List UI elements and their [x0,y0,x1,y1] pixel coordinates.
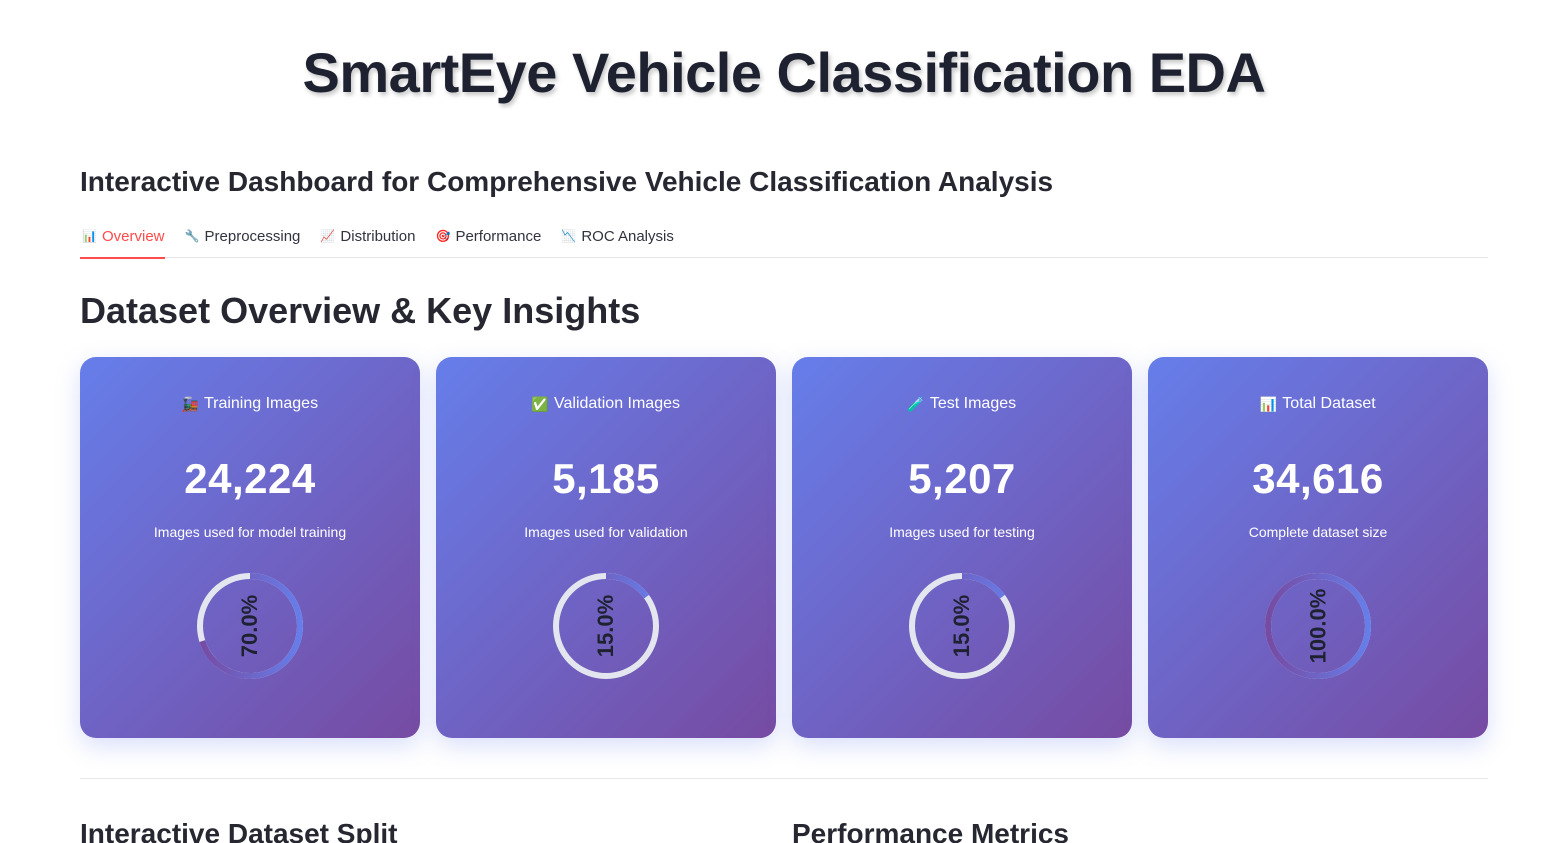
wrench-icon: 🔧 [184,229,200,243]
progress-percent: 70.0% [236,594,262,658]
train-icon: 🚂 [181,395,199,412]
tab-distribution[interactable]: 📈 Distribution [318,222,415,258]
card-validation-images: ✅ Validation Images 5,185 Images used fo… [436,357,776,738]
progress-percent: 15.0% [592,594,618,658]
card-description: Images used for model training [153,524,347,540]
card-test-images: 🧪 Test Images 5,207 Images used for test… [792,357,1132,738]
page-title: SmartEye Vehicle Classification EDA [302,41,1266,104]
dataset-split-title: Interactive Dataset Split [80,818,398,843]
target-icon: 🎯 [435,229,451,243]
divider [80,778,1488,779]
section-title: Dataset Overview & Key Insights [80,290,641,331]
page-subtitle: Interactive Dashboard for Comprehensive … [80,166,1054,197]
tab-performance[interactable]: 🎯 Performance [433,222,541,258]
tab-bar: 📊 Overview 🔧 Preprocessing 📈 Distributio… [80,222,1488,259]
card-description: Images used for testing [889,524,1035,540]
card-value: 5,207 [908,455,1016,502]
card-value: 34,616 [1252,455,1384,502]
tab-label: Performance [455,228,542,245]
card-label: Validation Images [554,395,680,412]
card-total-dataset: 📊 Total Dataset 34,616 Complete dataset … [1148,357,1488,738]
tab-label: Distribution [340,228,416,245]
performance-metrics-title: Performance Metrics [792,818,1070,843]
progress-percent: 100.0% [1305,588,1330,664]
progress-percent: 15.0% [948,594,974,658]
card-value: 5,185 [552,455,660,502]
card-label: Training Images [203,395,319,412]
tab-preprocessing[interactable]: 🔧 Preprocessing [183,222,301,258]
metric-cards: 🚂 Training Images 24,224 Images used for… [80,357,1488,738]
card-description: Images used for validation [524,524,688,540]
tab-label: Preprocessing [204,228,301,245]
card-training-images: 🚂 Training Images 24,224 Images used for… [80,357,420,738]
tab-roc-analysis[interactable]: 📉 ROC Analysis [559,222,674,258]
tab-label: ROC Analysis [581,228,674,245]
check-mark-icon: ✅ [531,395,549,412]
card-description: Complete dataset size [1248,524,1388,540]
card-value: 24,224 [184,455,316,502]
line-chart-down-icon: 📉 [561,229,577,243]
tab-label: Overview [102,228,165,245]
card-label: Test Images [929,395,1017,412]
card-label: Total Dataset [1282,395,1376,412]
bar-chart-icon: 📊 [82,229,97,243]
test-tube-icon: 🧪 [907,395,925,412]
bar-chart-icon: 📊 [1259,395,1278,412]
line-chart-up-icon: 📈 [320,229,336,243]
tab-overview[interactable]: 📊 Overview [80,222,165,259]
